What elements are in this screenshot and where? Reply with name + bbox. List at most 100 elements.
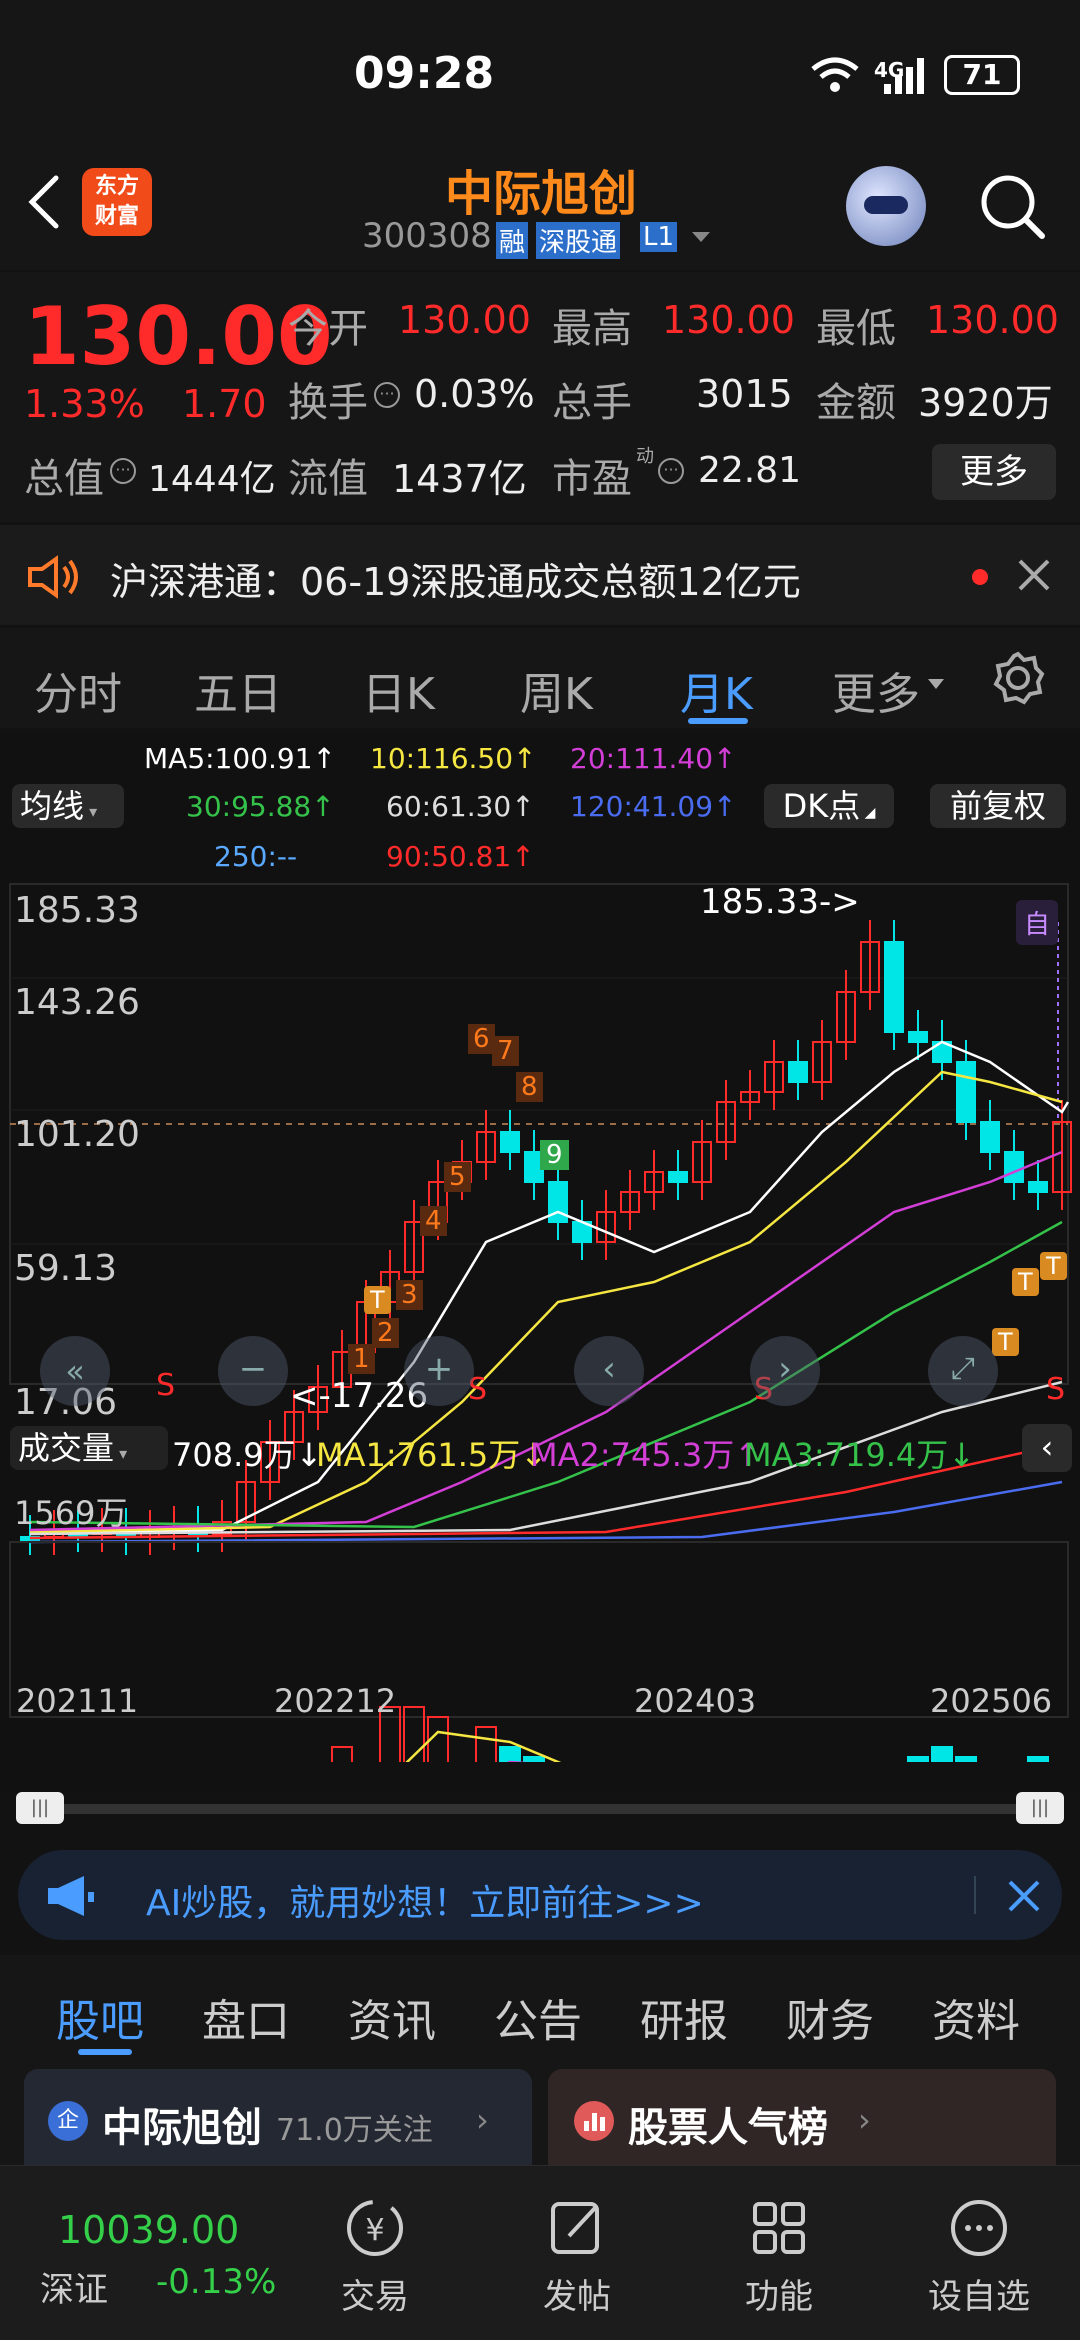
scroll-left-fast-icon[interactable]: «: [40, 1336, 110, 1406]
robot-assistant-icon[interactable]: [846, 166, 926, 246]
date-axis-label-2: 202403: [634, 1682, 757, 1720]
scroll-right-icon[interactable]: ›: [750, 1336, 820, 1406]
ma-toggle-button[interactable]: 均线 ▾: [12, 784, 124, 828]
badge-connect: 深股通: [536, 222, 621, 259]
tab-profile[interactable]: 资料: [932, 1985, 1020, 2049]
candlestick-chart[interactable]: [0, 882, 1080, 1762]
notice-bar[interactable]: 沪深港通：06-19深股通成交总额12亿元: [0, 525, 1080, 625]
edit-icon: [551, 2202, 599, 2254]
tab-orderbook[interactable]: 盘口: [202, 1985, 290, 2049]
collapse-panel-button[interactable]: ‹: [1022, 1424, 1072, 1472]
tab-intraday[interactable]: 分时: [34, 658, 122, 722]
zoom-in-icon[interactable]: +: [404, 1336, 474, 1406]
popularity-rank-card[interactable]: 股票人气榜 ›: [548, 2069, 1056, 2169]
candle-body: [884, 941, 904, 1033]
speaker-icon: [26, 555, 82, 603]
s-signal-marker: S: [156, 1368, 176, 1403]
index-change[interactable]: -0.13%: [156, 2262, 276, 2302]
info-circle-icon[interactable]: ···: [374, 382, 400, 408]
chevron-down-icon[interactable]: [690, 230, 712, 250]
tab-monthly-k[interactable]: 月K: [680, 658, 753, 722]
card1-title: 中际旭创: [102, 2105, 262, 2151]
price-pane-frame: [9, 883, 1069, 1385]
tab-announcements[interactable]: 公告: [494, 1985, 582, 2049]
stock-follow-card[interactable]: 企 中际旭创 71.0万关注 ›: [24, 2069, 532, 2169]
ma120-legend: 120:41.09↑: [570, 790, 737, 823]
kline-chart-area[interactable]: MA5:100.91↑ 10:116.50↑ 20:111.40↑ 均线 ▾ 3…: [0, 732, 1080, 1824]
search-icon[interactable]: [978, 172, 1048, 246]
market-cap-value: 1444亿: [148, 459, 276, 500]
nav-add-watchlist-label: 设自选: [928, 2277, 1030, 2317]
volume-indicator-button[interactable]: 成交量 ▾: [10, 1426, 168, 1470]
float-cap-label: 流值: [288, 456, 368, 502]
tab-news[interactable]: 资讯: [348, 1985, 436, 2049]
date-axis-label-3: 202506: [930, 1682, 1053, 1720]
gear-icon[interactable]: [990, 650, 1046, 710]
high-value: 130.00: [662, 298, 795, 342]
megaphone-icon: [44, 1874, 96, 1922]
volume-axis-max: 1569万: [14, 1494, 128, 1532]
back-arrow-icon[interactable]: [22, 172, 62, 236]
turnover-label: 换手: [288, 380, 368, 426]
notice-text[interactable]: 沪深港通：06-19深股通成交总额12亿元: [110, 551, 801, 606]
seq-marker-3: 3: [396, 1280, 423, 1310]
close-icon[interactable]: [1016, 557, 1052, 597]
more-button[interactable]: 更多: [932, 444, 1056, 500]
volume-bar: [1027, 1756, 1049, 1762]
nav-trade[interactable]: ¥ 交易: [310, 2196, 440, 2318]
tab-daily-k[interactable]: 日K: [362, 658, 435, 722]
period-tabs: 分时 五日 日K 周K 月K 更多: [0, 628, 1080, 728]
feature-cards: 企 中际旭创 71.0万关注 › 股票人气榜 ›: [0, 2065, 1080, 2169]
range-slider-track[interactable]: [20, 1804, 1060, 1814]
stock-name: 中际旭创: [445, 166, 638, 222]
tab-research[interactable]: 研报: [640, 1985, 728, 2049]
price-axis-label-3: 59.13: [14, 1248, 118, 1289]
dk-point-button[interactable]: DK点 ◢: [764, 784, 894, 828]
info-circle-icon[interactable]: ···: [658, 458, 684, 484]
adjust-mode-button[interactable]: 前复权: [930, 784, 1066, 828]
high-annotation: 185.33->: [700, 882, 860, 922]
scroll-left-icon[interactable]: ‹: [574, 1336, 644, 1406]
eastmoney-logo[interactable]: 东方 财富: [82, 168, 152, 236]
candle-body: [500, 1131, 520, 1153]
price-axis-label-1: 143.26: [14, 982, 140, 1023]
tab-weekly-k[interactable]: 周K: [520, 658, 593, 722]
ma10-legend: 10:116.50↑: [370, 742, 537, 775]
nav-functions[interactable]: 功能: [714, 2196, 844, 2318]
tab-five-day[interactable]: 五日: [194, 658, 282, 722]
zoom-out-icon[interactable]: −: [218, 1336, 288, 1406]
svg-text:¥: ¥: [365, 2213, 384, 2248]
index-name[interactable]: 深证: [40, 2262, 108, 2311]
nav-add-watchlist[interactable]: 设自选: [914, 2196, 1044, 2318]
yen-circle-icon: ¥: [347, 2200, 403, 2256]
change-amount: 1.70: [182, 382, 267, 426]
info-circle-icon[interactable]: ···: [110, 458, 136, 484]
tab-forum[interactable]: 股吧: [56, 1985, 144, 2049]
unread-dot: [972, 569, 988, 585]
promo-text[interactable]: AI炒股，就用妙想！立即前往>>>: [146, 1874, 704, 1926]
close-icon[interactable]: [1006, 1878, 1042, 1918]
amount-value: 3920万: [918, 381, 1053, 425]
s-signal-marker: S: [1046, 1372, 1066, 1407]
content-tabs: 股吧 盘口 资讯 公告 研报 财务 资料: [0, 1955, 1080, 2065]
tab-financials[interactable]: 财务: [786, 1985, 874, 2049]
ma20-legend: 20:111.40↑: [570, 742, 737, 775]
index-value[interactable]: 10039.00: [58, 2208, 239, 2252]
nav-functions-label: 功能: [745, 2277, 813, 2317]
range-slider-left-handle[interactable]: |||: [16, 1792, 64, 1824]
status-bar: 09:28 4G 71: [0, 0, 1080, 150]
volume-value: 3015: [696, 372, 793, 416]
ai-promo-banner[interactable]: AI炒股，就用妙想！立即前往>>>: [18, 1850, 1062, 1940]
market-cap-label: 总值: [24, 456, 104, 502]
volume-bar: [955, 1756, 977, 1762]
chevron-right-icon: ›: [858, 2101, 871, 2139]
wifi-icon: [810, 55, 860, 99]
candle-body: [1028, 1181, 1048, 1193]
seq-marker-8: 8: [516, 1072, 543, 1102]
nav-post[interactable]: 发帖: [512, 2196, 642, 2318]
range-slider-right-handle[interactable]: |||: [1016, 1792, 1064, 1824]
auto-tag[interactable]: 自: [1016, 900, 1059, 945]
fullscreen-icon[interactable]: ⤢: [928, 1336, 998, 1406]
seq-marker-6: 6: [468, 1024, 495, 1054]
tab-more[interactable]: 更多: [832, 658, 920, 722]
